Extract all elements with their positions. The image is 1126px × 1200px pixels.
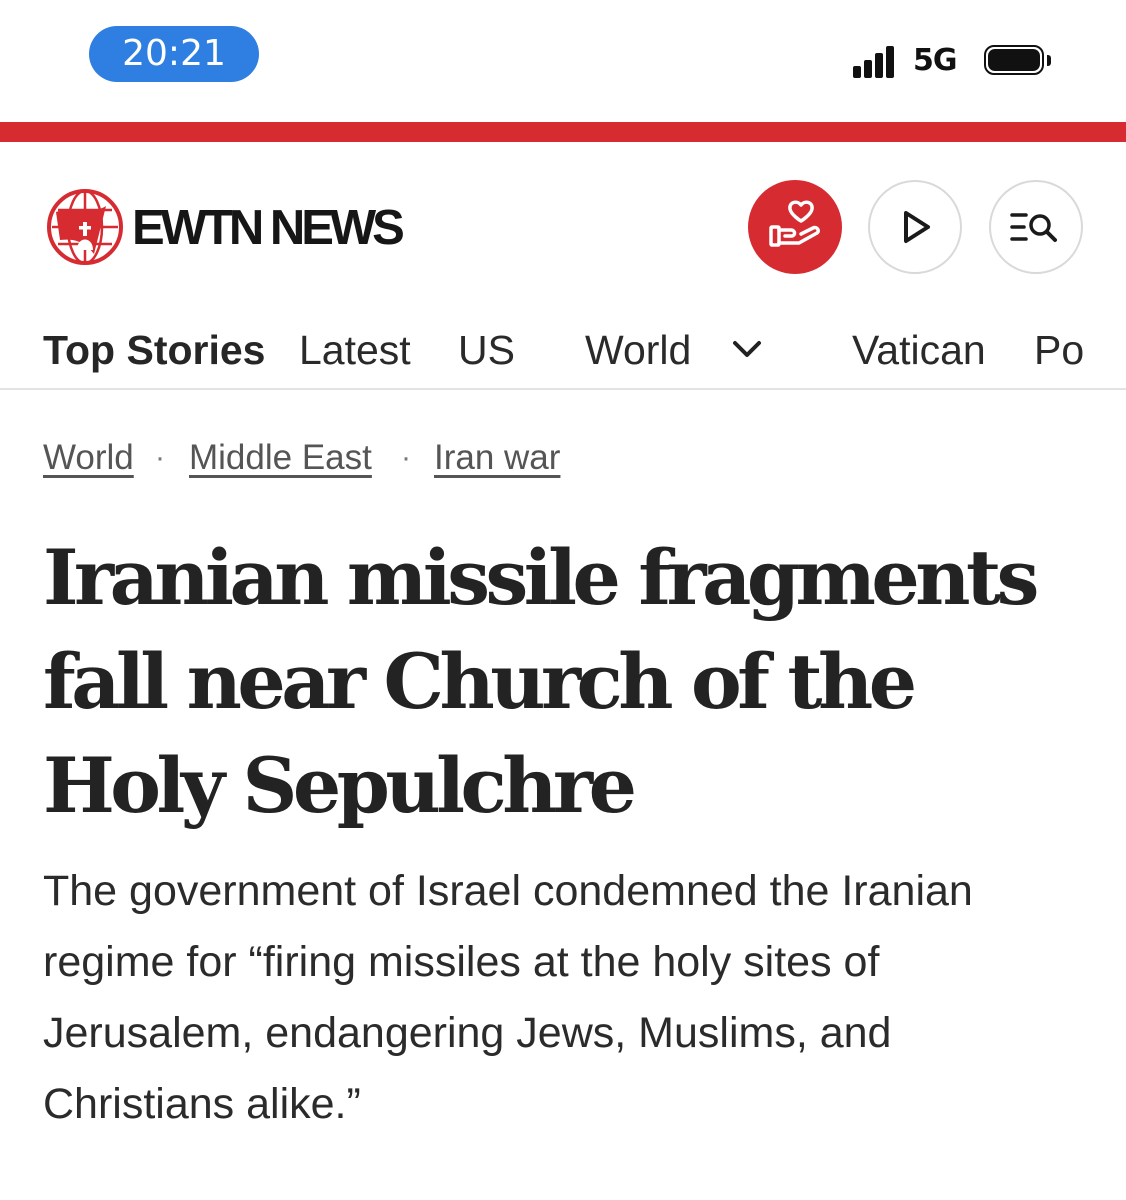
brand-wordmark[interactable]: EWTN NEWS [132, 202, 405, 254]
play-button[interactable] [868, 180, 962, 274]
article-summary: The government of Israel condemned the I… [43, 867, 973, 1128]
article-headline: Iranian missile fragments fall near Chur… [43, 533, 1039, 830]
donate-button[interactable] [748, 180, 842, 274]
nav-item-top-stories[interactable]: Top Stories [43, 326, 265, 374]
battery-icon [984, 45, 1051, 77]
brand-accent-bar [0, 122, 1126, 142]
chevron-down-icon[interactable] [732, 339, 762, 359]
site-header: EWTN NEWS [0, 142, 1126, 308]
nav-item-vatican[interactable]: Vatican [852, 326, 986, 374]
menu-search-icon [1010, 213, 1057, 242]
breadcrumb-separator: · [401, 441, 411, 474]
breadcrumb-separator: · [155, 441, 165, 474]
nav-item-world[interactable]: World [585, 326, 691, 374]
signal-icon [853, 46, 905, 78]
status-time[interactable]: 20:21 [89, 26, 259, 82]
status-bar: 20:21 5G [0, 0, 1126, 120]
nav-item-po[interactable]: Po [1034, 326, 1084, 374]
nav-item-latest[interactable]: Latest [299, 326, 411, 374]
network-label: 5G [913, 43, 957, 78]
breadcrumb-middle-east[interactable]: Middle East [189, 436, 372, 480]
breadcrumb-iran-war[interactable]: Iran war [434, 436, 560, 480]
menu-search-button[interactable] [989, 180, 1083, 274]
heart-in-hand-icon [769, 200, 820, 247]
nav-item-us[interactable]: US [458, 326, 515, 374]
globe-logo-icon[interactable] [46, 188, 124, 266]
breadcrumb-world[interactable]: World [43, 436, 134, 480]
section-nav: Top Stories Latest US World Vatican Po [0, 308, 1126, 390]
play-icon [904, 211, 930, 243]
